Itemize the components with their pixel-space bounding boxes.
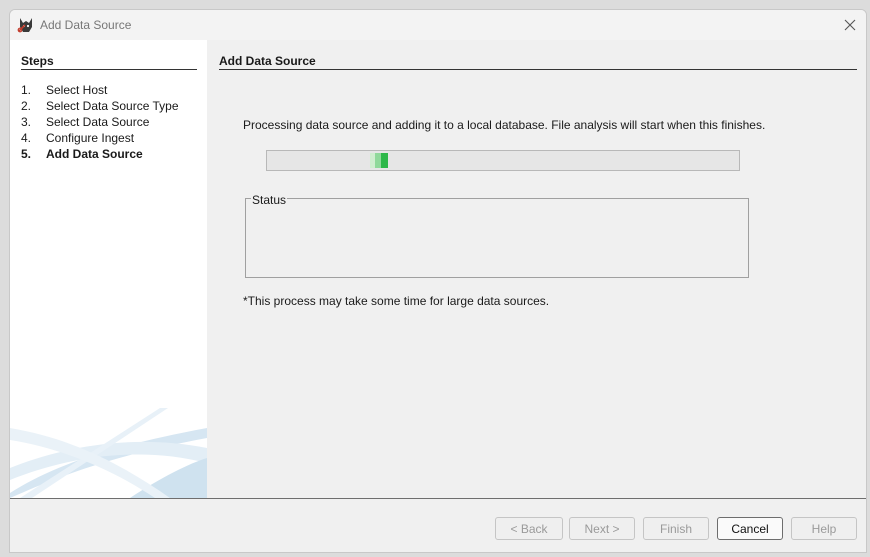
progress-indicator [381,153,388,168]
step-item: 3. Select Data Source [21,114,179,130]
step-item: 2. Select Data Source Type [21,98,179,114]
next-button[interactable]: Next > [569,517,635,540]
back-button[interactable]: < Back [495,517,563,540]
main-panel: Add Data Source Processing data source a… [207,40,866,498]
button-bar: < Back Next > Finish Cancel Help [10,498,866,552]
step-label: Select Data Source [46,115,150,129]
step-number: 2. [21,99,32,113]
processing-message: Processing data source and adding it to … [243,118,766,132]
progress-bar [266,150,740,171]
decorative-swoosh-graphic [10,408,207,498]
step-item: 1. Select Host [21,82,179,98]
step-number: 5. [21,147,32,161]
close-icon [844,19,856,31]
step-number: 1. [21,83,32,97]
close-button[interactable] [838,14,862,36]
step-label: Select Data Source Type [46,99,179,113]
status-label: Status [251,193,288,207]
steps-list: 1. Select Host 2. Select Data Source Type … [21,82,179,162]
step-label: Add Data Source [46,147,143,161]
step-item: 4. Configure Ingest [21,130,179,146]
autopsy-dog-icon [17,18,32,33]
steps-heading: Steps [21,54,197,70]
window-title: Add Data Source [40,18,132,32]
add-data-source-dialog: Add Data Source Steps 1. Select Host 2. Se… [9,9,867,553]
step-label: Configure Ingest [46,131,135,145]
help-button[interactable]: Help [791,517,857,540]
step-number: 3. [21,115,32,129]
step-label: Select Host [46,83,108,97]
panel-heading: Add Data Source [219,54,857,70]
step-number: 4. [21,131,32,145]
steps-panel: Steps 1. Select Host 2. Select Data Source… [10,40,207,498]
cancel-button[interactable]: Cancel [717,517,783,540]
finish-button[interactable]: Finish [643,517,709,540]
title-bar: Add Data Source [10,10,866,40]
step-item: 5. Add Data Source [21,146,179,162]
status-box: Status [245,194,749,278]
note-text: *This process may take some time for lar… [243,294,550,308]
